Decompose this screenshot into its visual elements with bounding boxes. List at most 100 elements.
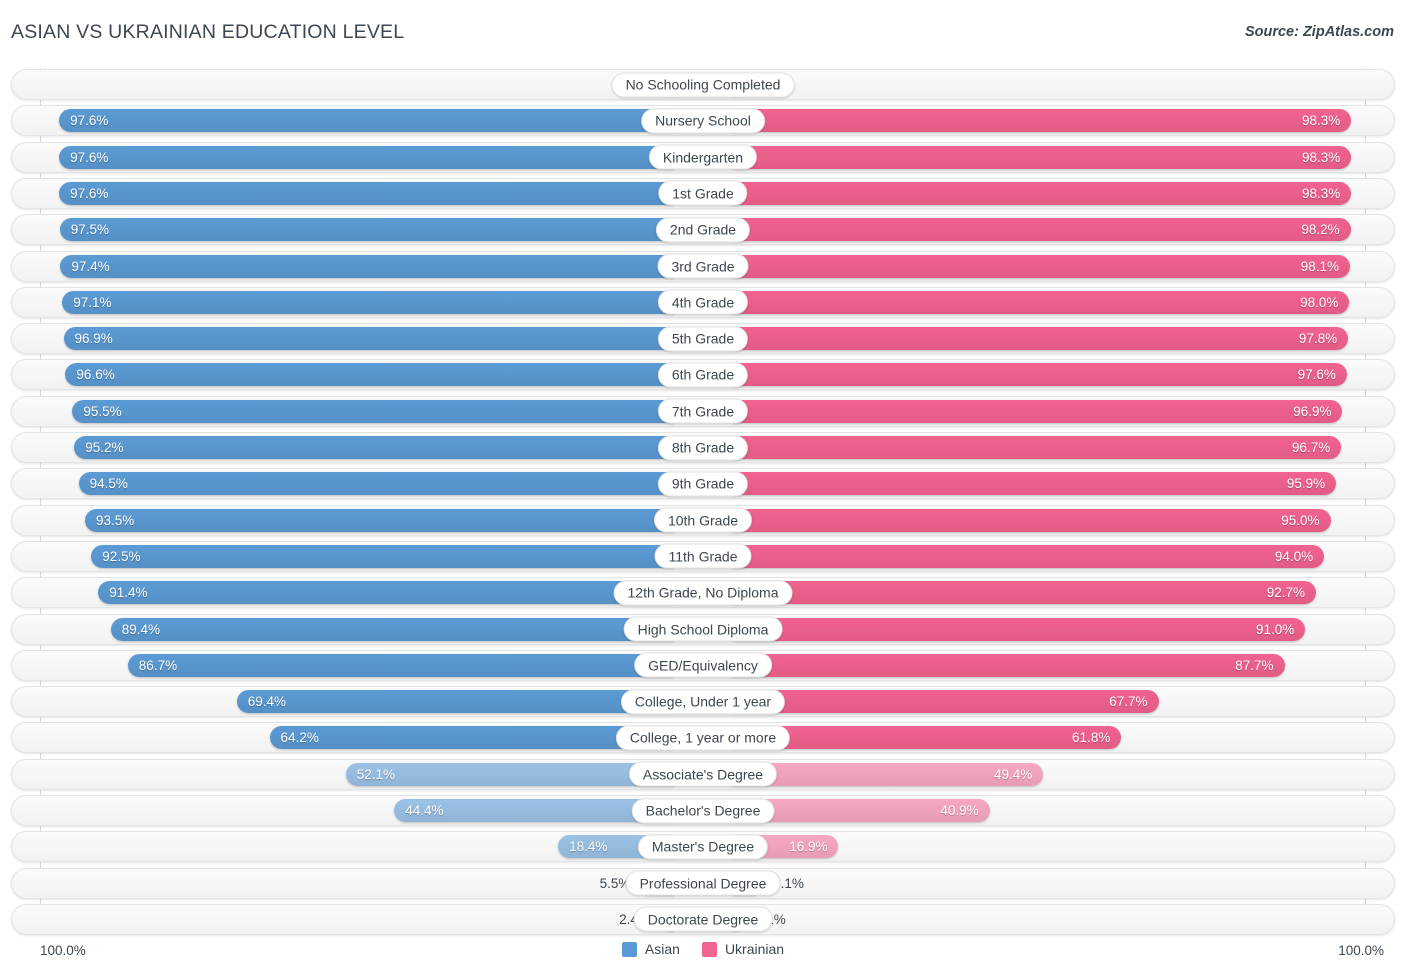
bar-value-ukrainian: 61.8% [1072, 730, 1111, 746]
bar-ukrainian[interactable]: 97.8% [732, 327, 1349, 351]
bar-asian[interactable]: 95.2% [74, 436, 674, 459]
category-label-pill: High School Diploma [623, 616, 783, 642]
category-label-pill: 8th Grade [657, 435, 749, 460]
bar-group-ukrainian: 2.1% [732, 905, 1394, 934]
bar-group-ukrainian: 96.7% [732, 433, 1394, 462]
category-label-pill: 9th Grade [657, 471, 749, 497]
bar-value-ukrainian: 97.6% [1297, 367, 1336, 383]
bar-group-asian: 95.2% [12, 433, 674, 462]
chart-row: 44.4% 40.9% Bachelor's Degree [11, 795, 1395, 826]
chart-row: 96.6% 97.6% 6th Grade [11, 359, 1395, 391]
bar-group-ukrainian: 5.1% [732, 869, 1394, 898]
bar-group-ukrainian: 49.4% [732, 760, 1394, 789]
bar-ukrainian[interactable]: 91.0% [732, 617, 1306, 641]
bar-ukrainian[interactable]: 67.7% [732, 690, 1159, 714]
bar-ukrainian[interactable]: 96.9% [732, 399, 1343, 423]
bar-value-ukrainian: 98.1% [1300, 258, 1340, 274]
bar-ukrainian[interactable]: 98.1% [732, 254, 1351, 278]
bar-value-ukrainian: 96.9% [1293, 403, 1332, 419]
bar-ukrainian[interactable]: 49.4% [732, 762, 1044, 786]
bar-value-ukrainian: 98.3% [1302, 185, 1341, 201]
category-label-pill: College, 1 year or more [615, 725, 791, 751]
bar-asian[interactable]: 64.2% [269, 726, 674, 750]
bar-group-ukrainian: 94.0% [732, 542, 1394, 571]
bar-group-asian: 96.6% [12, 360, 674, 389]
chart-row: 97.4% 98.1% 3rd Grade [11, 250, 1395, 282]
bar-value-asian: 89.4% [121, 621, 161, 637]
legend-swatch-ukrainian [701, 941, 717, 957]
category-label-pill: Nursery School [641, 108, 765, 134]
bar-ukrainian[interactable]: 98.3% [732, 181, 1352, 205]
bar-asian[interactable]: 97.6% [59, 181, 674, 205]
bar-value-ukrainian: 95.0% [1281, 512, 1320, 528]
bar-ukrainian[interactable]: 92.7% [732, 581, 1316, 605]
source-attribution: Source: ZipAtlas.com [1244, 24, 1394, 40]
category-label-pill: Bachelor's Degree [631, 798, 775, 823]
bar-ukrainian[interactable]: 96.7% [732, 436, 1342, 459]
bar-group-asian: 86.7% [12, 651, 674, 680]
bar-ukrainian[interactable]: 98.3% [732, 109, 1352, 133]
category-label-pill: 4th Grade [657, 289, 749, 315]
bar-asian[interactable]: 95.5% [72, 399, 674, 423]
bar-value-ukrainian: 49.4% [993, 766, 1033, 782]
bar-value-asian: 94.5% [89, 476, 128, 492]
category-label-pill: Associate's Degree [628, 761, 778, 787]
chart-row: 97.6% 98.3% Kindergarten [11, 141, 1395, 173]
bar-asian[interactable]: 52.1% [345, 762, 674, 786]
bar-group-ukrainian: 87.7% [732, 651, 1394, 680]
bar-asian[interactable]: 96.9% [63, 327, 674, 351]
bar-ukrainian[interactable]: 94.0% [732, 544, 1325, 568]
bar-asian[interactable]: 97.6% [59, 109, 674, 133]
bar-asian[interactable]: 97.4% [60, 254, 674, 278]
bar-group-asian: 69.4% [12, 687, 674, 716]
bar-asian[interactable]: 91.4% [98, 581, 674, 605]
chart-row: 89.4% 91.0% High School Diploma [11, 613, 1395, 645]
legend-swatch-asian [621, 941, 637, 957]
bar-asian[interactable]: 97.6% [59, 145, 674, 169]
bar-group-asian: 94.5% [12, 469, 674, 498]
bar-asian[interactable]: 93.5% [84, 508, 674, 532]
chart-row: 86.7% 87.7% GED/Equivalency [11, 649, 1395, 681]
bar-value-ukrainian: 67.7% [1109, 694, 1148, 710]
bar-group-ukrainian: 95.9% [732, 469, 1394, 498]
bar-group-ukrainian: 98.0% [732, 288, 1394, 317]
bar-ukrainian[interactable]: 95.0% [732, 508, 1331, 532]
bar-ukrainian[interactable]: 98.3% [732, 145, 1352, 169]
bar-group-ukrainian: 95.0% [732, 506, 1394, 535]
bar-ukrainian[interactable]: 97.6% [732, 363, 1347, 387]
chart-row: 97.6% 98.3% Nursery School [11, 105, 1395, 137]
bar-asian[interactable]: 94.5% [78, 472, 674, 496]
category-label-pill: 5th Grade [657, 326, 749, 352]
bar-asian[interactable]: 86.7% [127, 653, 674, 677]
bar-value-asian: 64.2% [280, 730, 319, 746]
page-title: ASIAN VS UKRAINIAN EDUCATION LEVEL [11, 21, 405, 43]
bar-group-asian: 89.4% [12, 615, 674, 644]
chart-row: 94.5% 95.9% 9th Grade [11, 468, 1395, 500]
bar-group-ukrainian: 97.8% [732, 324, 1394, 353]
category-label-pill: Master's Degree [637, 834, 769, 860]
bar-ukrainian[interactable]: 61.8% [732, 726, 1122, 750]
bar-value-asian: 91.4% [109, 585, 148, 601]
bar-group-asian: 92.5% [12, 542, 674, 571]
bar-value-asian: 97.6% [70, 185, 109, 201]
bar-value-asian: 96.6% [76, 367, 115, 383]
bar-value-ukrainian: 98.3% [1302, 113, 1341, 129]
bar-asian[interactable]: 69.4% [236, 690, 674, 714]
bar-ukrainian[interactable]: 98.2% [732, 218, 1351, 242]
bar-asian[interactable]: 97.1% [62, 290, 674, 314]
chart-row: 69.4% 67.7% College, Under 1 year [11, 686, 1395, 718]
bar-value-ukrainian: 91.0% [1256, 621, 1295, 637]
bar-value-ukrainian: 96.7% [1291, 440, 1331, 455]
category-label-pill: 1st Grade [658, 180, 748, 206]
category-label-pill: College, Under 1 year [620, 689, 786, 715]
bar-ukrainian[interactable]: 95.9% [732, 472, 1337, 496]
bar-asian[interactable]: 96.6% [65, 363, 674, 387]
bar-asian[interactable]: 92.5% [91, 544, 674, 568]
bar-ukrainian[interactable]: 98.0% [732, 290, 1350, 314]
bar-asian[interactable]: 97.5% [59, 218, 674, 242]
bar-ukrainian[interactable]: 87.7% [732, 653, 1285, 677]
chart-row: 92.5% 94.0% 11th Grade [11, 540, 1395, 572]
bar-group-ukrainian: 97.6% [732, 360, 1394, 389]
bar-asian[interactable]: 89.4% [110, 617, 674, 641]
category-label-pill: 3rd Grade [657, 253, 749, 279]
